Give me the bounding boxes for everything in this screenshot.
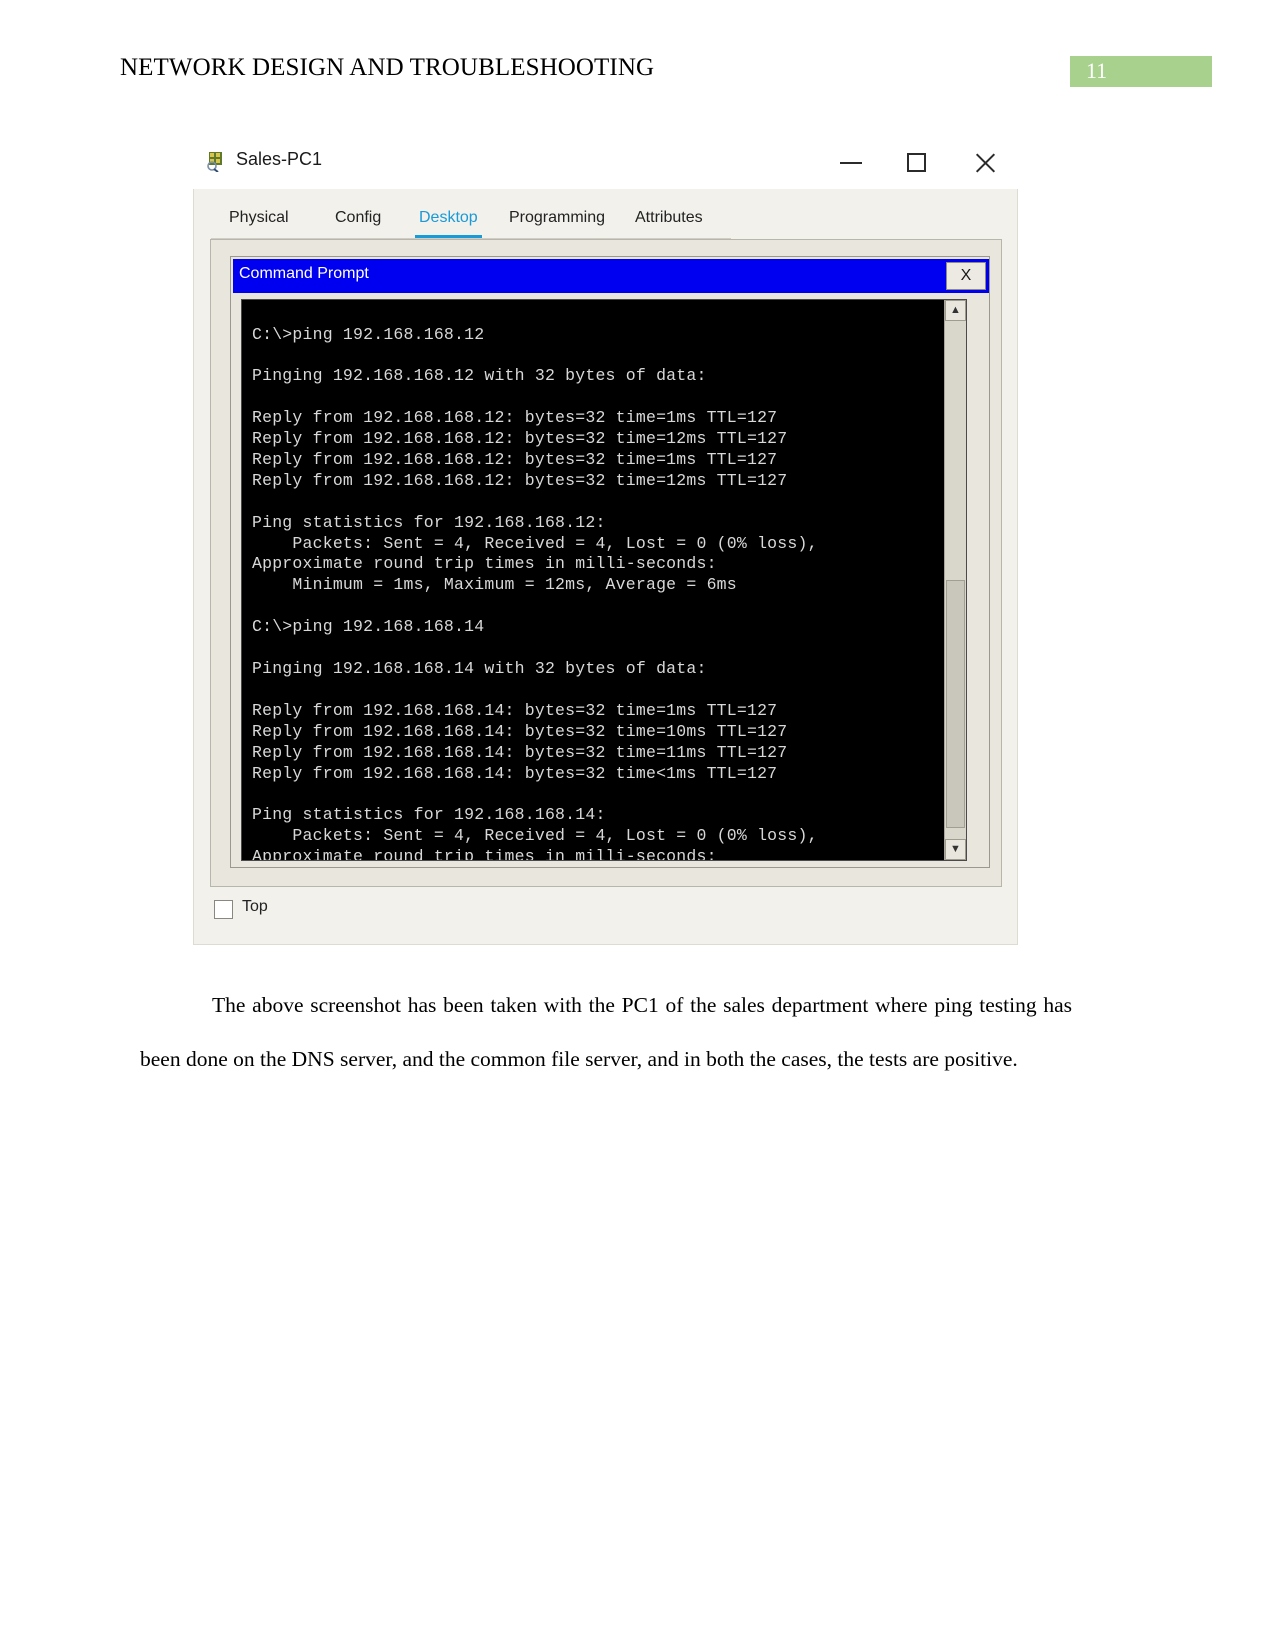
top-checkbox-row: Top: [210, 897, 410, 927]
page-header: NETWORK DESIGN AND TROUBLESHOOTING 11: [0, 0, 1275, 96]
maximize-icon: [907, 153, 926, 172]
packet-tracer-device-icon: [206, 150, 228, 173]
tab-config[interactable]: Config: [331, 203, 385, 238]
device-window-body: Physical Config Desktop Programming Attr…: [193, 189, 1018, 945]
minimize-button[interactable]: [823, 137, 879, 189]
tab-physical[interactable]: Physical: [225, 203, 293, 238]
command-prompt-titlebar: Command Prompt X: [233, 259, 989, 293]
command-prompt-title: Command Prompt: [239, 265, 369, 282]
top-checkbox-label: Top: [242, 898, 268, 915]
minimize-icon: [840, 162, 862, 164]
device-tabstrip: Physical Config Desktop Programming Attr…: [211, 203, 731, 239]
device-window-titlebar: Sales-PC1: [193, 137, 1018, 189]
command-prompt-window: Command Prompt X C:\>ping 192.168.168.12…: [230, 256, 990, 868]
tab-attributes[interactable]: Attributes: [631, 203, 707, 238]
scroll-up-icon[interactable]: ▲: [945, 300, 966, 321]
device-window-title: Sales-PC1: [236, 149, 323, 169]
screenshot-figure: Sales-PC1 Physical Config Desktop Progra…: [193, 137, 1018, 945]
tab-desktop[interactable]: Desktop: [415, 203, 482, 238]
terminal-container: C:\>ping 192.168.168.12 Pinging 192.168.…: [233, 297, 989, 867]
terminal-output-text: C:\>ping 192.168.168.12 Pinging 192.168.…: [252, 324, 818, 861]
maximize-button[interactable]: [889, 137, 945, 189]
tab-programming[interactable]: Programming: [505, 203, 609, 238]
command-prompt-close-button[interactable]: X: [946, 262, 986, 290]
terminal-scrollbar[interactable]: ▲ ▼: [944, 300, 966, 860]
top-checkbox[interactable]: [214, 900, 233, 919]
body-paragraph: The above screenshot has been taken with…: [140, 993, 1072, 1071]
scrollbar-thumb[interactable]: [946, 580, 965, 828]
close-window-button[interactable]: [957, 137, 1013, 189]
page-title: NETWORK DESIGN AND TROUBLESHOOTING: [120, 54, 655, 81]
page-number: 11: [1086, 58, 1108, 83]
page-number-badge: 11: [1070, 56, 1212, 87]
terminal-output-area[interactable]: C:\>ping 192.168.168.12 Pinging 192.168.…: [241, 299, 967, 861]
desktop-panel: Command Prompt X C:\>ping 192.168.168.12…: [210, 239, 1002, 887]
scroll-down-icon[interactable]: ▼: [945, 839, 966, 860]
